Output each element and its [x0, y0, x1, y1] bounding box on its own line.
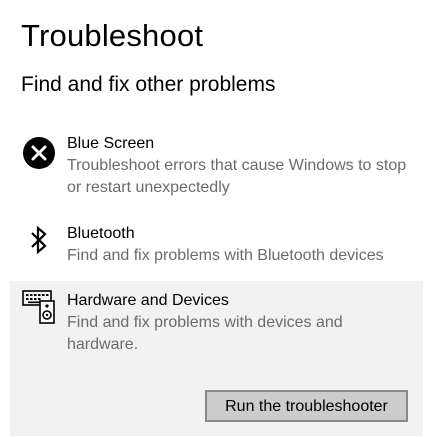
troubleshooter-item-bluetooth[interactable]: Bluetooth Find and fix problems with Blu… — [10, 220, 423, 270]
troubleshooter-item-hardware-and-devices[interactable]: Hardware and Devices Find and fix proble… — [10, 281, 423, 436]
section-title: Find and fix other problems — [21, 73, 276, 96]
item-description: Find and fix problems with Bluetooth dev… — [67, 247, 384, 264]
page-title: Troubleshoot — [21, 18, 204, 53]
error-circle-icon — [22, 136, 56, 175]
item-description: Find and fix problems with devices and h… — [67, 314, 343, 353]
hardware-devices-icon — [22, 289, 58, 330]
item-description: Troubleshoot errors that cause Windows t… — [67, 157, 407, 196]
bluetooth-icon — [30, 224, 48, 261]
troubleshooter-item-blue-screen[interactable]: Blue Screen Troubleshoot errors that cau… — [10, 130, 423, 202]
troubleshoot-page: Troubleshoot Find and fix other problems… — [0, 0, 445, 437]
run-troubleshooter-button[interactable]: Run the troubleshooter — [205, 390, 408, 422]
item-name: Hardware and Devices — [67, 292, 229, 309]
item-name: Bluetooth — [67, 225, 135, 242]
item-name: Blue Screen — [67, 135, 155, 152]
